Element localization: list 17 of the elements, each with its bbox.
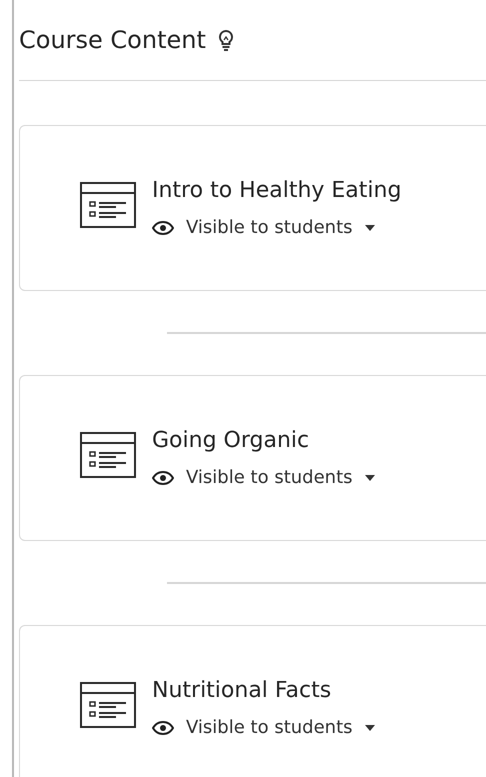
eye-icon — [152, 470, 174, 484]
content-title[interactable]: Intro to Healthy Eating — [152, 178, 402, 203]
lightbulb-icon[interactable] — [218, 29, 234, 51]
document-list-icon — [80, 182, 136, 228]
eye-icon — [152, 720, 174, 734]
content-title[interactable]: Going Organic — [152, 428, 374, 453]
page-title: Course Content — [19, 26, 206, 54]
document-list-icon — [80, 682, 136, 728]
caret-icon — [364, 474, 374, 480]
visibility-dropdown[interactable]: Visible to students — [152, 217, 402, 238]
document-list-icon — [80, 432, 136, 478]
content-title[interactable]: Nutritional Facts — [152, 678, 374, 703]
caret-icon — [364, 224, 374, 230]
eye-icon — [152, 220, 174, 234]
visibility-dropdown[interactable]: Visible to students — [152, 467, 374, 488]
caret-icon — [364, 724, 374, 730]
visibility-dropdown[interactable]: Visible to students — [152, 717, 374, 738]
